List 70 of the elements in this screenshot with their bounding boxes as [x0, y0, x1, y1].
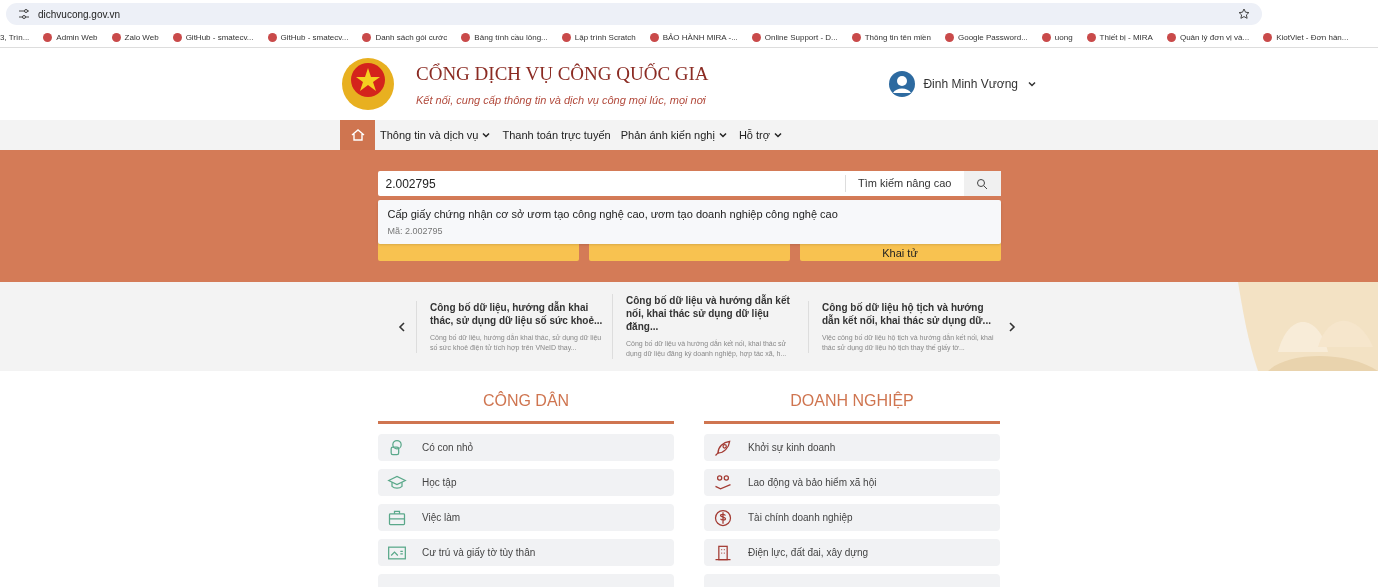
bookmark-item[interactable]: KiotViet - Đơn hàn...	[1263, 31, 1349, 44]
bookmark-item[interactable]: GitHub - smatecv...	[172, 31, 254, 44]
bookmark-item[interactable]: Thông tin tên miền	[851, 31, 931, 44]
nav-item[interactable]: Thanh toán trực tuyến	[497, 120, 616, 150]
nav-item[interactable]: Thông tin và dịch vụ	[375, 120, 498, 150]
advanced-search-link[interactable]: Tìm kiếm nâng cao	[844, 175, 964, 192]
favicon-icon	[1263, 33, 1273, 42]
favicon-icon	[945, 33, 954, 42]
bookmark-item[interactable]: Bảng tính cầu lông...	[461, 31, 548, 44]
home-icon	[349, 127, 366, 143]
favicon-icon	[111, 33, 121, 42]
favicon-icon	[43, 33, 53, 42]
star-icon[interactable]	[1238, 8, 1250, 20]
category-item[interactable]: Lao động và bảo hiểm xã hội	[704, 469, 1000, 496]
emblem-icon	[340, 56, 396, 112]
favicon-icon	[1041, 33, 1051, 42]
nav-item[interactable]: Hỗ trợ	[733, 120, 789, 150]
dollar-icon	[713, 507, 733, 528]
news-title[interactable]: Công bố dữ liệu hộ tịch và hướng dẫn kết nối, khai thác sử dụng dữ...	[822, 300, 996, 327]
bookmark-item[interactable]: Admin Web	[43, 31, 98, 44]
search-icon	[976, 177, 988, 190]
site-settings-icon[interactable]	[18, 8, 30, 20]
user-menu[interactable]: Đinh Minh Vương	[889, 71, 1038, 97]
search-input[interactable]: 2.002795	[377, 174, 845, 193]
favicon-icon	[172, 33, 182, 42]
favicon-icon	[362, 33, 372, 42]
bookmark-item[interactable]: Google Password...	[945, 31, 1028, 44]
bookmark-item[interactable]: BẢO HÀNH MIRA -...	[649, 31, 738, 44]
nav-item[interactable]: Phản ánh kiến nghị	[615, 120, 734, 150]
bookmark-item[interactable]: Thiết bị - MIRA	[1086, 31, 1153, 44]
news-title[interactable]: Công bố dữ liệu và hướng dẫn kết nối, khai thác sử dụng dữ liệu đăng...	[626, 294, 800, 333]
bookmark-item[interactable]: Lập trình Scratch	[561, 31, 636, 44]
previous-icon[interactable]	[398, 320, 406, 333]
category-item[interactable]: Có con nhỏ	[378, 434, 674, 461]
suggestion-code: Mã: 2.002795	[387, 226, 444, 237]
favicon-icon	[461, 33, 471, 42]
portal-title: CỔNG DỊCH VỤ CÔNG QUỐC GIA	[416, 61, 709, 86]
bookmark-item[interactable]: uong	[1041, 31, 1073, 44]
favicon-icon	[649, 33, 659, 42]
category-item[interactable]: Điện lực, đất đai, xây dựng	[704, 539, 1000, 566]
favicon-icon	[561, 33, 571, 42]
favicon-icon	[751, 33, 761, 42]
bookmark-item[interactable]: Quản lý đơn vị và...	[1166, 31, 1250, 44]
search-button[interactable]	[963, 171, 1001, 196]
category-item[interactable]: Tài chính doanh nghiệp	[704, 504, 1000, 531]
avatar-icon	[889, 71, 916, 97]
search-bar[interactable]: 2.002795 Tìm kiếm nâng cao	[377, 171, 1001, 196]
favicon-icon	[851, 33, 861, 42]
favicon-icon	[1166, 33, 1176, 42]
section-title: DOANH NGHIỆP	[704, 389, 1000, 424]
suggestion-title: Cấp giấy chứng nhận cơ sở ươm tạo công nghệ cao, ươm tạo doanh nghiệp công nghệ cao	[387, 208, 839, 221]
next-icon[interactable]	[1008, 320, 1016, 333]
bookmark-item[interactable]: 3, Trìn...	[0, 31, 30, 44]
bookmark-item[interactable]: Zalo Web	[111, 31, 159, 44]
category-item[interactable]: Cư trú và giấy tờ tùy thân	[378, 539, 674, 566]
suggestion-menu[interactable]: Cấp giấy chứng nhận cơ sở ươm tạo công nghệ cao, ươm tạo doanh nghiệp công nghệ cao Mã: 2.002795	[377, 200, 1001, 244]
favicon-icon	[1086, 33, 1096, 42]
bookmark-item[interactable]: Danh sách gói cước	[362, 31, 448, 44]
home-tab[interactable]	[340, 120, 375, 150]
portal-tagline: Kết nối, cung cấp thông tin và dịch vụ công mọi lúc, mọi nơi	[416, 93, 707, 108]
address-bar[interactable]: dichvucong.gov.vn	[6, 3, 1262, 25]
section-title: CÔNG DÂN	[378, 389, 674, 424]
category-item[interactable]: Việc làm	[378, 504, 674, 531]
category-item[interactable]: Khởi sự kinh doanh	[704, 434, 1000, 461]
url-text: dichvucong.gov.vn	[38, 7, 121, 22]
news-title[interactable]: Công bố dữ liệu, hướng dẫn khai thác, sử dụng dữ liệu số sức khoẻ...	[430, 300, 604, 327]
category-item[interactable]: Học tập	[378, 469, 674, 496]
bookmark-item[interactable]: GitHub - smatecv...	[267, 31, 349, 44]
bookmark-item[interactable]: Online Support - D...	[751, 31, 838, 44]
favicon-icon	[267, 33, 277, 42]
